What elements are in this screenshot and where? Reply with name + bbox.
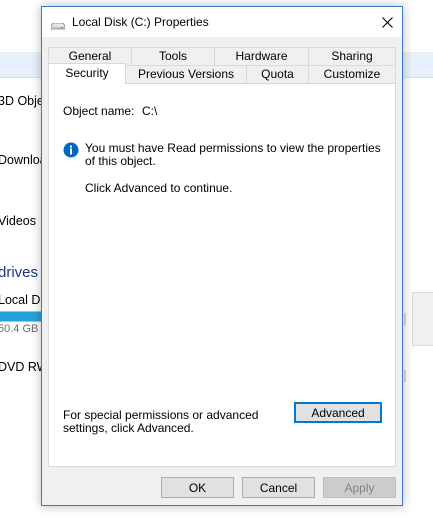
tab-quota[interactable]: Quota: [246, 65, 309, 83]
bg-drive-size: 50.4 GB f: [0, 323, 45, 335]
read-permission-message: You must have Read permissions to view t…: [85, 141, 381, 168]
tab-hardware[interactable]: Hardware: [214, 47, 309, 65]
bg-section-heading-drives: drives: [0, 264, 39, 281]
bg-nav-item-downloads[interactable]: Downloa: [0, 153, 47, 167]
bg-right-pane-box: [412, 292, 433, 346]
special-permissions-message: For special permissions or advanced sett…: [63, 408, 259, 435]
cancel-button[interactable]: Cancel: [242, 477, 315, 498]
dialog-title: Local Disk (C:) Properties: [72, 15, 209, 29]
advanced-button[interactable]: Advanced: [294, 402, 382, 423]
object-name-value: C:\: [142, 104, 158, 118]
ok-button[interactable]: OK: [161, 477, 234, 498]
close-button[interactable]: [372, 7, 402, 37]
properties-dialog: Local Disk (C:) Properties General Tools…: [41, 6, 403, 506]
bg-nav-item-videos[interactable]: Videos: [0, 214, 36, 228]
tab-customize[interactable]: Customize: [308, 65, 396, 83]
bg-drive-usage-bar: [0, 311, 43, 322]
info-icon: [63, 142, 79, 158]
continue-message: Click Advanced to continue.: [85, 181, 233, 195]
tab-security[interactable]: Security: [48, 63, 126, 84]
screen: 3D Objec Downloa Videos drives Local Dis…: [0, 0, 433, 524]
tab-sharing[interactable]: Sharing: [308, 47, 396, 65]
dialog-titlebar[interactable]: Local Disk (C:) Properties: [42, 7, 402, 37]
tab-tools[interactable]: Tools: [131, 47, 215, 65]
drive-icon: [50, 19, 66, 30]
security-tab-panel: Object name: C:\ You must have Read perm…: [48, 83, 396, 467]
close-icon: [381, 16, 393, 28]
tab-previous-versions[interactable]: Previous Versions: [125, 65, 247, 83]
apply-button[interactable]: Apply: [323, 477, 396, 498]
object-name-label: Object name:: [63, 104, 135, 118]
